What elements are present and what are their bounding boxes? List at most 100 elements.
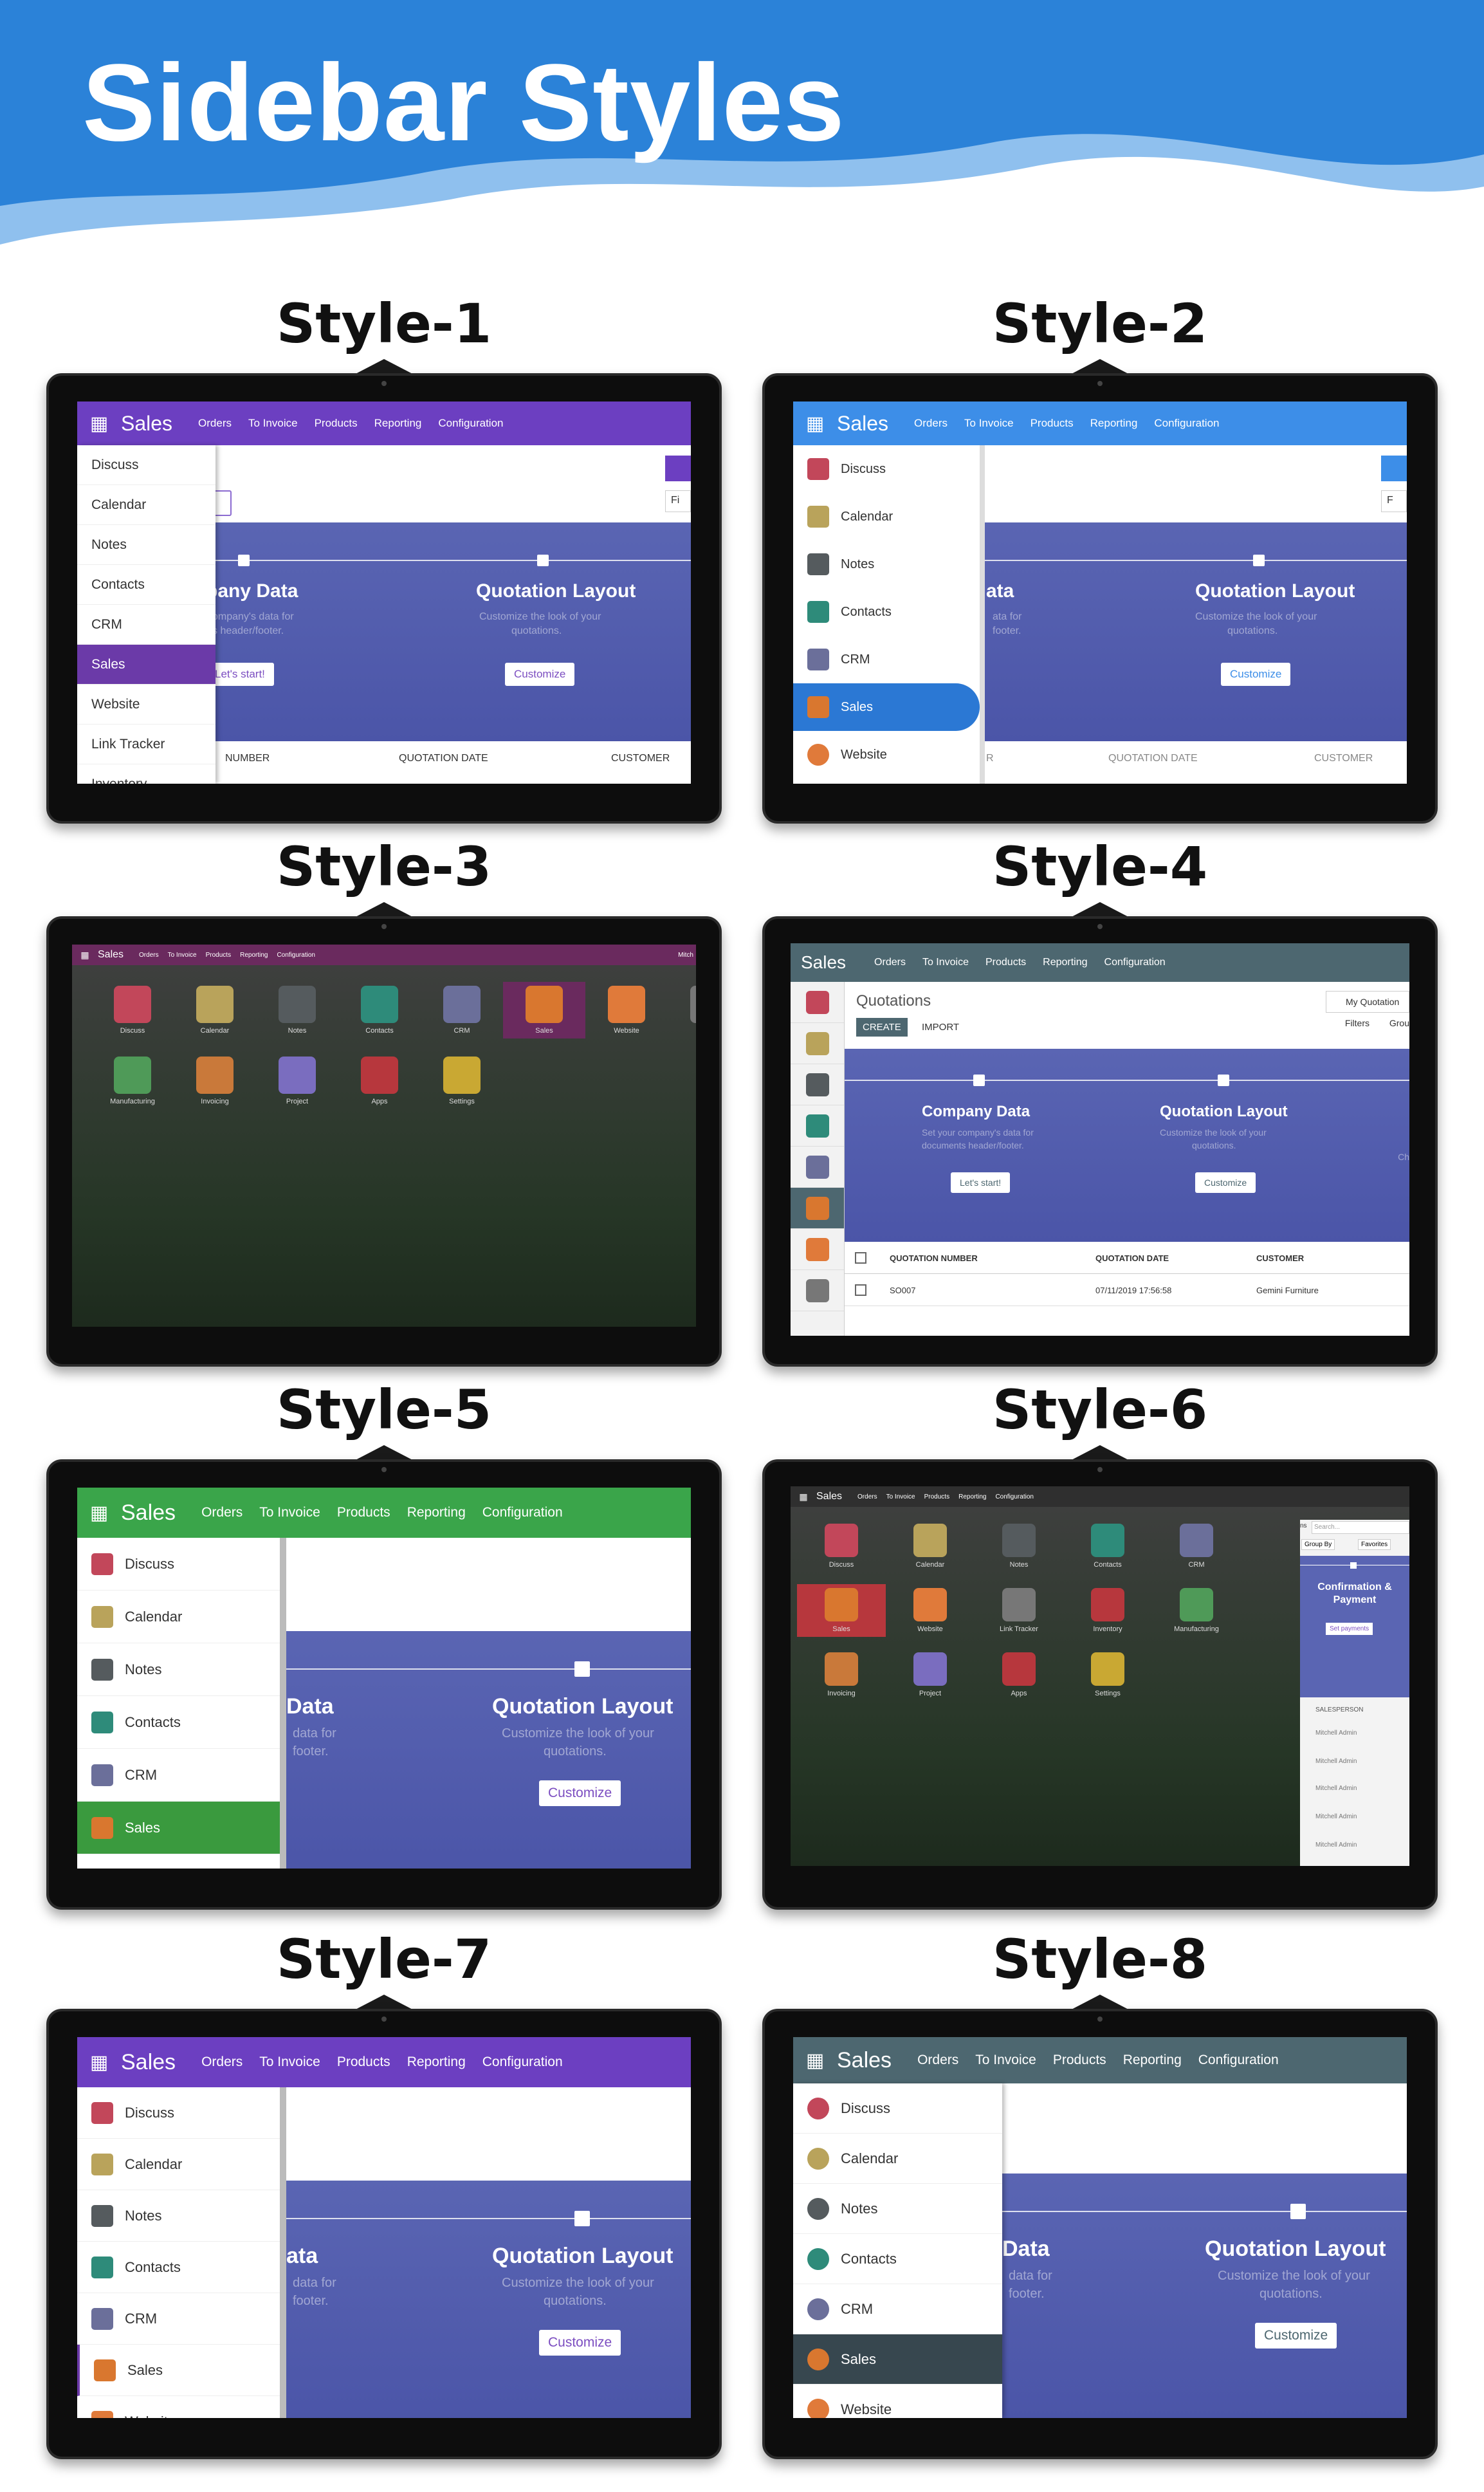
sidebar-item-discuss[interactable]: Discuss	[793, 445, 980, 493]
sidebar-item-inventory[interactable]: Inventory	[77, 764, 215, 784]
app-tile-settings[interactable]: Settings	[421, 1053, 503, 1109]
sidebar-item-sales[interactable]: Sales	[77, 645, 215, 685]
customize-button[interactable]: Customize	[1221, 663, 1291, 686]
menu-reporting[interactable]: Reporting	[1123, 2053, 1182, 2068]
sidebar-item-crm[interactable]: CRM	[77, 2293, 280, 2345]
sidebar-item-sales[interactable]: Sales	[77, 1802, 280, 1854]
search-facet[interactable]: My Quotation	[1326, 991, 1409, 1013]
lets-start-button[interactable]: Let's start!	[206, 663, 274, 686]
sidebar-item-crm[interactable]: CRM	[77, 605, 215, 645]
sidebar-item-website[interactable]: Website	[793, 731, 980, 779]
app-tile-project[interactable]: Project	[886, 1648, 975, 1701]
sidebar-item-contacts[interactable]: Contacts	[77, 565, 215, 605]
sidebar-item-notes[interactable]: Notes	[793, 2184, 1002, 2234]
sidebar-item-crm[interactable]	[791, 1147, 844, 1188]
menu-configuration[interactable]: Configuration	[1154, 417, 1219, 430]
menu-products[interactable]: Products	[1031, 417, 1074, 430]
user-name[interactable]: Mitch	[678, 952, 696, 959]
sidebar-item-website[interactable]: Website	[793, 2385, 1002, 2418]
app-tile-crm[interactable]: CRM	[421, 982, 503, 1038]
menu-reporting[interactable]: Reporting	[1043, 957, 1087, 968]
sidebar-item-website[interactable]: Website	[77, 2396, 280, 2418]
app-tile-sales[interactable]: Sales	[503, 982, 585, 1038]
menu-products[interactable]: Products	[315, 417, 358, 430]
table-row[interactable]: SO007 07/11/2019 17:56:58 Gemini Furnitu…	[845, 1274, 1409, 1306]
menu-to-invoice[interactable]: To Invoice	[259, 1505, 320, 1520]
app-tile-discuss[interactable]: Discuss	[797, 1520, 886, 1573]
apps-menu-icon[interactable]: ▦	[77, 1488, 121, 1538]
search-input[interactable]: Search...	[1312, 1521, 1409, 1534]
sidebar-item-notes[interactable]	[791, 1064, 844, 1105]
sidebar-item-website[interactable]: Website	[77, 685, 215, 725]
menu-reporting[interactable]: Reporting	[1090, 417, 1138, 430]
app-tile-manufacturing[interactable]: Manufacturing	[91, 1053, 174, 1109]
sidebar-item-contacts[interactable]: Contacts	[793, 588, 980, 636]
column-header[interactable]: SALESPERSON	[1315, 1706, 1363, 1713]
menu-products[interactable]: Products	[337, 2054, 390, 2070]
column-header[interactable]: R	[986, 753, 994, 764]
lets-start-button[interactable]: Let's start!	[951, 1172, 1011, 1193]
sidebar-item-discuss[interactable]: Discuss	[77, 2087, 280, 2139]
customize-button[interactable]: Customize	[1195, 1172, 1256, 1193]
menu-orders[interactable]: Orders	[917, 2053, 958, 2068]
menu-configuration[interactable]: Configuration	[482, 1505, 563, 1520]
sidebar-item-link-tracker[interactable]	[791, 1270, 844, 1311]
menu-reporting[interactable]: Reporting	[407, 1505, 466, 1520]
menu-configuration[interactable]: Configuration	[438, 417, 503, 430]
column-header[interactable]: CUSTOMER	[611, 753, 670, 764]
filter-icon[interactable]	[665, 456, 691, 481]
customize-button[interactable]: Customize	[1255, 2323, 1337, 2349]
menu-products[interactable]: Products	[1053, 2053, 1106, 2068]
app-name[interactable]: Sales	[98, 949, 124, 961]
filter-button[interactable]: F	[1381, 490, 1407, 512]
customize-button[interactable]: Customize	[505, 663, 575, 686]
menu-to-invoice[interactable]: To Invoice	[964, 417, 1014, 430]
apps-menu-icon[interactable]: ▦	[77, 2037, 121, 2087]
sidebar-item-calendar[interactable]	[791, 1023, 844, 1064]
filters-button[interactable]: Filters	[1345, 1018, 1369, 1028]
sidebar-item-link-tracker[interactable]: Link Tracker	[77, 725, 215, 764]
menu-to-invoice[interactable]: To Invoice	[886, 1493, 915, 1500]
menu-orders[interactable]: Orders	[198, 417, 232, 430]
app-name[interactable]: Sales	[837, 412, 888, 436]
menu-to-invoice[interactable]: To Invoice	[922, 957, 969, 968]
app-tile-manufacturing[interactable]: Manufacturing	[1152, 1584, 1241, 1637]
app-tile-notes[interactable]: Notes	[256, 982, 338, 1038]
sidebar-item-website[interactable]	[791, 1229, 844, 1270]
menu-to-invoice[interactable]: To Invoice	[259, 2054, 320, 2070]
apps-menu-icon[interactable]: ▦	[793, 2037, 837, 2083]
sidebar-item-calendar[interactable]: Calendar	[793, 2134, 1002, 2184]
apps-menu-icon[interactable]: ▦	[77, 401, 121, 445]
menu-configuration[interactable]: Configuration	[482, 2054, 563, 2070]
menu-products[interactable]: Products	[985, 957, 1026, 968]
app-tile-notes[interactable]: Notes	[975, 1520, 1063, 1573]
app-tile-link-tr[interactable]: Link Tr	[668, 982, 696, 1038]
app-tile-calendar[interactable]: Calendar	[886, 1520, 975, 1573]
menu-reporting[interactable]: Reporting	[407, 2054, 466, 2070]
app-name[interactable]: Sales	[801, 952, 846, 973]
column-header[interactable]: NUMBER	[225, 753, 270, 764]
menu-configuration[interactable]: Configuration	[277, 952, 315, 959]
menu-to-invoice[interactable]: To Invoice	[975, 2053, 1036, 2068]
menu-products[interactable]: Products	[206, 952, 231, 959]
app-tile-sales[interactable]: Sales	[797, 1584, 886, 1637]
app-tile-inventory[interactable]: Inventory	[1063, 1584, 1152, 1637]
column-header[interactable]: QUOTATION DATE	[1095, 1253, 1169, 1263]
app-tile-calendar[interactable]: Calendar	[174, 982, 256, 1038]
sidebar-item-calendar[interactable]: Calendar	[77, 485, 215, 525]
app-tile-project[interactable]: Project	[256, 1053, 338, 1109]
menu-reporting[interactable]: Reporting	[958, 1493, 986, 1500]
sidebar-item-discuss[interactable]: Discuss	[77, 445, 215, 485]
app-tile-link-tracker[interactable]: Link Tracker	[975, 1584, 1063, 1637]
set-payments-button[interactable]: Set payments	[1326, 1623, 1373, 1635]
app-tile-contacts[interactable]: Contacts	[338, 982, 421, 1038]
sidebar-item-contacts[interactable]: Contacts	[793, 2234, 1002, 2284]
apps-menu-icon[interactable]: ▦	[793, 401, 837, 445]
menu-configuration[interactable]: Configuration	[1104, 957, 1166, 968]
sidebar-item-sales[interactable]	[791, 1188, 844, 1229]
app-tile-contacts[interactable]: Contacts	[1063, 1520, 1152, 1573]
sidebar-item-notes[interactable]: Notes	[793, 540, 980, 588]
menu-to-invoice[interactable]: To Invoice	[248, 417, 298, 430]
menu-configuration[interactable]: Configuration	[1198, 2053, 1279, 2068]
menu-products[interactable]: Products	[337, 1505, 390, 1520]
